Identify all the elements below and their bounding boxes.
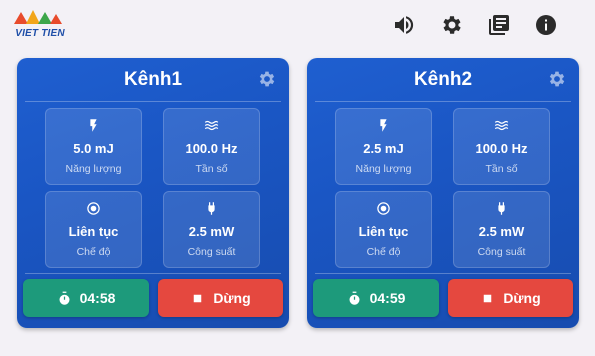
mode-label: Chế độ (366, 246, 401, 258)
top-bar: VIET TIEN (0, 0, 595, 52)
energy-tile[interactable]: 2.5 mJ Năng lượng (335, 108, 432, 185)
frequency-tile[interactable]: 100.0 Hz Tần số (453, 108, 550, 185)
energy-tile[interactable]: 5.0 mJ Năng lượng (45, 108, 142, 185)
power-plug-icon (454, 201, 549, 217)
mode-value: Liên tục (68, 224, 119, 239)
stopwatch-icon (59, 291, 70, 305)
lightning-bolt-icon (46, 118, 141, 134)
mode-tile[interactable]: Liên tục Chế độ (45, 191, 142, 268)
frequency-tile[interactable]: 100.0 Hz Tần số (163, 108, 260, 185)
timer-button[interactable]: 04:59 (313, 279, 439, 317)
power-plug-icon (164, 201, 259, 217)
card-divider (25, 273, 281, 274)
stop-button[interactable]: Dừng (158, 279, 283, 317)
energy-value: 2.5 mJ (363, 141, 404, 156)
stopwatch-icon (349, 291, 360, 305)
stop-square-icon (194, 294, 202, 302)
radio-target-icon (46, 201, 141, 217)
library-books-icon[interactable] (487, 13, 511, 37)
timer-value: 04:58 (79, 290, 116, 306)
channel-settings-gear-icon[interactable] (257, 69, 277, 89)
logo-text: VIET TIEN (15, 28, 65, 39)
brand-logo: VIET TIEN (12, 6, 66, 40)
card-divider (315, 273, 571, 274)
timer-value: 04:59 (369, 290, 406, 306)
energy-value: 5.0 mJ (73, 141, 114, 156)
card-divider (315, 101, 571, 102)
frequency-label: Tần số (485, 163, 518, 175)
lightning-bolt-icon (336, 118, 431, 134)
channel-settings-gear-icon[interactable] (547, 69, 567, 89)
frequency-value: 100.0 Hz (475, 141, 528, 156)
power-value: 2.5 mW (188, 224, 235, 239)
energy-label: Năng lượng (65, 163, 122, 175)
power-tile[interactable]: 2.5 mW Công suất (453, 191, 550, 268)
stop-label: Dừng (213, 290, 251, 306)
stop-label: Dừng (503, 290, 541, 306)
power-tile[interactable]: 2.5 mW Công suất (163, 191, 260, 268)
energy-label: Năng lượng (355, 163, 412, 175)
channel-title: Kênh1 (123, 69, 183, 90)
info-icon[interactable] (534, 13, 558, 37)
frequency-value: 100.0 Hz (185, 141, 238, 156)
power-label: Công suất (477, 246, 526, 258)
timer-button[interactable]: 04:58 (23, 279, 149, 317)
channel-card-1: Kênh1 5.0 mJ Năng lượng 100.0 Hz Tần số … (17, 58, 289, 328)
frequency-label: Tần số (195, 163, 228, 175)
stop-button[interactable]: Dừng (448, 279, 573, 317)
stop-square-icon (484, 294, 492, 302)
power-value: 2.5 mW (478, 224, 525, 239)
power-label: Công suất (187, 246, 236, 258)
mode-label: Chế độ (76, 246, 111, 258)
channel-card-2: Kênh2 2.5 mJ Năng lượng 100.0 Hz Tần số … (307, 58, 579, 328)
mode-value: Liên tục (358, 224, 409, 239)
wave-icon (454, 118, 549, 134)
mode-tile[interactable]: Liên tục Chế độ (335, 191, 432, 268)
volume-icon[interactable] (392, 13, 416, 37)
settings-gear-icon[interactable] (440, 13, 464, 37)
radio-target-icon (336, 201, 431, 217)
card-divider (25, 101, 281, 102)
channel-title: Kênh2 (413, 69, 473, 90)
wave-icon (164, 118, 259, 134)
